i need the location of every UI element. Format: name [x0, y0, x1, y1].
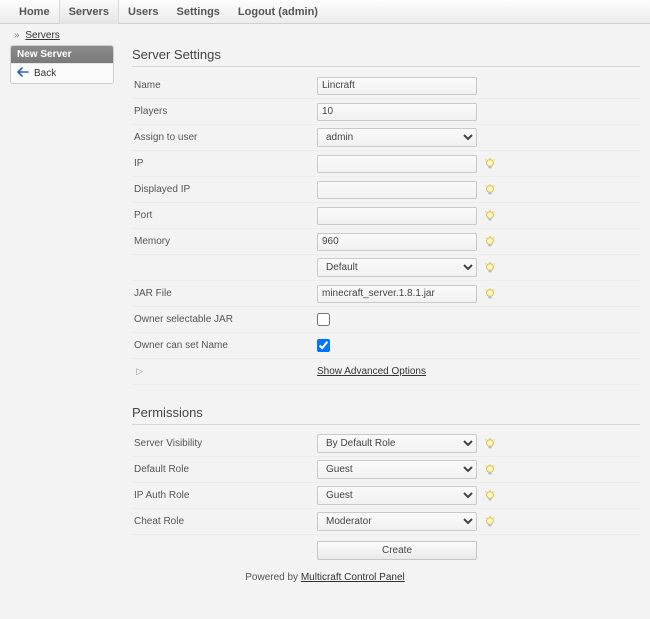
- arrow-left-icon: [17, 67, 29, 80]
- sidebar: New Server Back: [10, 45, 114, 84]
- owner-set-name-checkbox[interactable]: [317, 339, 330, 352]
- bulb-icon[interactable]: [483, 437, 497, 451]
- divider: [132, 66, 640, 67]
- memory-input[interactable]: [317, 233, 477, 251]
- label-visibility: Server Visibility: [132, 438, 317, 449]
- bulb-icon[interactable]: [483, 515, 497, 529]
- label-players: Players: [132, 106, 317, 117]
- footer-link[interactable]: Multicraft Control Panel: [301, 572, 405, 583]
- footer: Powered by Multicraft Control Panel: [10, 562, 640, 587]
- label-assign: Assign to user: [132, 132, 317, 143]
- label-owner-set-name: Owner can set Name: [132, 340, 317, 351]
- players-input[interactable]: [317, 103, 477, 121]
- bulb-icon[interactable]: [483, 183, 497, 197]
- nav-servers[interactable]: Servers: [59, 0, 119, 24]
- name-input[interactable]: [317, 77, 477, 95]
- section-title-server-settings: Server Settings: [132, 47, 640, 62]
- port-input[interactable]: [317, 207, 477, 225]
- cheat-role-select[interactable]: Moderator: [317, 512, 477, 531]
- label-owner-selectable-jar: Owner selectable JAR: [132, 314, 317, 325]
- breadcrumb-sep: »: [14, 30, 20, 41]
- sidebar-item-label: Back: [34, 68, 56, 79]
- displayed-ip-input[interactable]: [317, 181, 477, 199]
- jar-group-select[interactable]: Default: [317, 258, 477, 277]
- create-button[interactable]: Create: [317, 541, 477, 560]
- sidebar-item-new-server[interactable]: New Server: [11, 46, 113, 64]
- label-ip-auth-role: IP Auth Role: [132, 490, 317, 501]
- ip-input[interactable]: [317, 155, 477, 173]
- bulb-icon[interactable]: [483, 209, 497, 223]
- label-ip: IP: [132, 158, 317, 169]
- owner-selectable-jar-checkbox[interactable]: [317, 313, 330, 326]
- visibility-select[interactable]: By Default Role: [317, 434, 477, 453]
- bulb-icon[interactable]: [483, 287, 497, 301]
- bulb-icon[interactable]: [483, 463, 497, 477]
- sidebar-item-back[interactable]: Back: [11, 64, 113, 83]
- nav-users[interactable]: Users: [119, 0, 168, 24]
- jar-file-input[interactable]: [317, 285, 477, 303]
- nav-logout[interactable]: Logout (admin): [229, 0, 327, 24]
- divider: [132, 424, 640, 425]
- label-memory: Memory: [132, 236, 317, 247]
- label-jar-file: JAR File: [132, 288, 317, 299]
- label-displayed-ip: Displayed IP: [132, 184, 317, 195]
- label-default-role: Default Role: [132, 464, 317, 475]
- sidebar-item-label: New Server: [17, 49, 71, 60]
- ip-auth-role-select[interactable]: Guest: [317, 486, 477, 505]
- assign-select[interactable]: admin: [317, 128, 477, 147]
- label-name: Name: [132, 80, 317, 91]
- bulb-icon[interactable]: [483, 235, 497, 249]
- nav-settings[interactable]: Settings: [168, 0, 229, 24]
- breadcrumb-servers-link[interactable]: Servers: [25, 30, 59, 41]
- section-title-permissions: Permissions: [132, 405, 640, 420]
- label-cheat-role: Cheat Role: [132, 516, 317, 527]
- main-panel: Server Settings Name Players Assign to u…: [132, 45, 640, 562]
- bulb-icon[interactable]: [483, 261, 497, 275]
- top-nav: Home Servers Users Settings Logout (admi…: [0, 0, 650, 24]
- bulb-icon[interactable]: [483, 489, 497, 503]
- label-port: Port: [132, 210, 317, 221]
- nav-home[interactable]: Home: [10, 0, 59, 24]
- default-role-select[interactable]: Guest: [317, 460, 477, 479]
- bulb-icon[interactable]: [483, 157, 497, 171]
- footer-prefix: Powered by: [245, 572, 301, 583]
- show-advanced-link[interactable]: Show Advanced Options: [317, 366, 426, 377]
- breadcrumb: » Servers: [10, 28, 640, 45]
- advanced-tri-icon: ▷: [132, 366, 317, 377]
